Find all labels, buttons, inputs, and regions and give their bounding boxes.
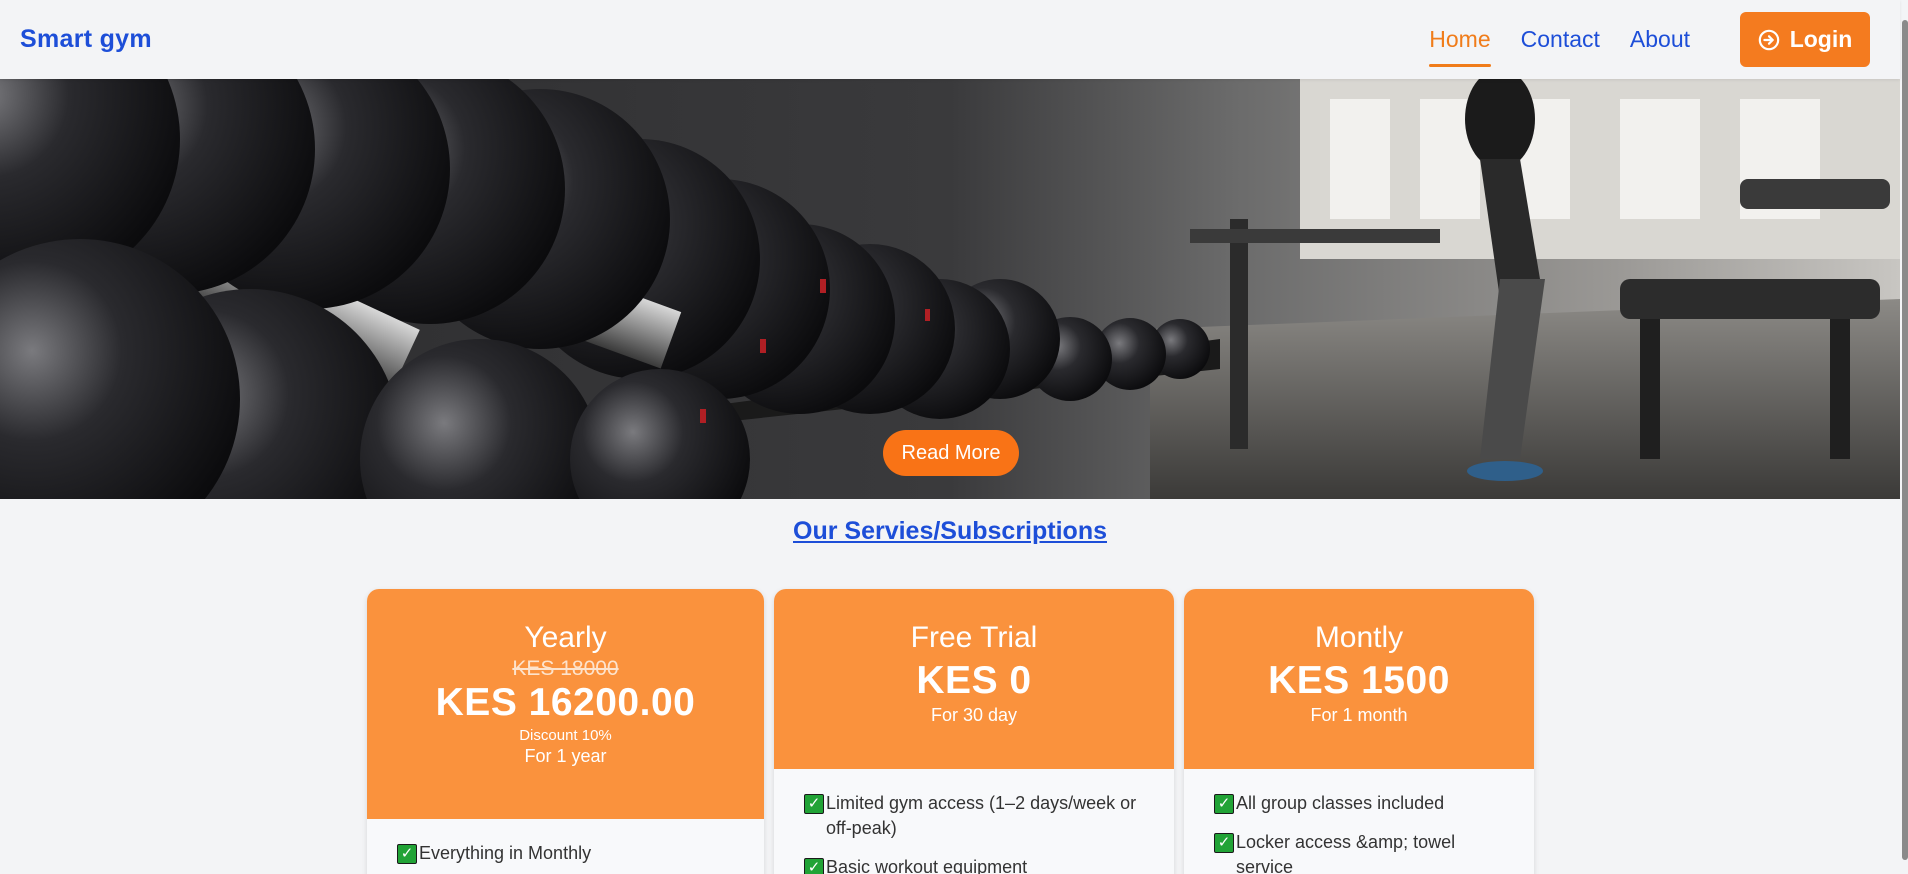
plan-price: KES 1500: [1268, 659, 1450, 702]
feature-item: ✓ Basic workout equipment: [804, 855, 1144, 874]
plan-card-monthly: Montly KES 1500 For 1 month ✓ All group …: [1184, 589, 1534, 874]
plan-period: For 1 month: [1310, 705, 1408, 725]
plan-title: Free Trial: [910, 621, 1038, 654]
check-icon: ✓: [804, 858, 824, 874]
feature-item: ✓ Limited gym access (1–2 days/week or o…: [804, 791, 1144, 841]
login-icon: [1758, 29, 1780, 51]
nav-link-home[interactable]: Home: [1429, 18, 1491, 67]
login-label: Login: [1789, 26, 1853, 52]
feature-text: All group classes included: [1236, 793, 1445, 813]
feature-text: Locker access &amp; towel service: [1236, 832, 1456, 874]
plan-period: For 30 day: [930, 705, 1018, 725]
feature-text: Basic workout equipment: [826, 857, 1028, 874]
plan-header: Yearly KES 18000 KES 16200.00 Discount 1…: [367, 589, 764, 819]
nav-link-contact[interactable]: Contact: [1521, 18, 1600, 61]
check-icon: ✓: [397, 844, 417, 864]
feature-item: ✓ All group classes included: [1214, 791, 1504, 816]
check-icon: ✓: [804, 794, 824, 814]
plan-features: ✓ All group classes included ✓ Locker ac…: [1184, 769, 1534, 874]
scrollbar-thumb[interactable]: [1902, 20, 1908, 860]
plan-card-free-trial: Free Trial KES 0 For 30 day ✓ Limited gy…: [774, 589, 1174, 874]
section-title[interactable]: Our Servies/Subscriptions: [0, 517, 1900, 546]
plan-card-yearly: Yearly KES 18000 KES 16200.00 Discount 1…: [367, 589, 764, 874]
feature-text: Everything in Monthly: [419, 843, 592, 863]
plan-title: Yearly: [524, 621, 607, 654]
feature-text: Limited gym access (1–2 days/week or off…: [826, 793, 1137, 838]
brand-logo[interactable]: Smart gym: [20, 25, 152, 54]
read-more-button[interactable]: Read More: [883, 430, 1019, 476]
plan-header: Free Trial KES 0 For 30 day: [774, 589, 1174, 769]
plan-discount: Discount 10%: [519, 727, 612, 744]
feature-item: ✓ Locker access &amp; towel service: [1214, 830, 1504, 874]
plan-features: ✓ Limited gym access (1–2 days/week or o…: [774, 769, 1174, 874]
navbar: Smart gym Home Contact About Login: [0, 0, 1900, 79]
plan-title: Montly: [1314, 621, 1404, 654]
check-icon: ✓: [1214, 794, 1234, 814]
plan-period: For 1 year: [524, 746, 607, 766]
feature-item: ✓ Everything in Monthly: [397, 841, 734, 866]
login-button[interactable]: Login: [1740, 12, 1870, 67]
plan-old-price: KES 18000: [512, 657, 619, 680]
scrollbar[interactable]: [1900, 0, 1908, 874]
plan-price: KES 16200.00: [435, 681, 696, 724]
nav-links: Home Contact About Login: [1429, 0, 1900, 79]
plan-features: ✓ Everything in Monthly: [367, 819, 764, 866]
plan-price: KES 0: [916, 659, 1032, 702]
plan-header: Montly KES 1500 For 1 month: [1184, 589, 1534, 769]
check-icon: ✓: [1214, 833, 1234, 853]
nav-link-about[interactable]: About: [1630, 18, 1690, 61]
